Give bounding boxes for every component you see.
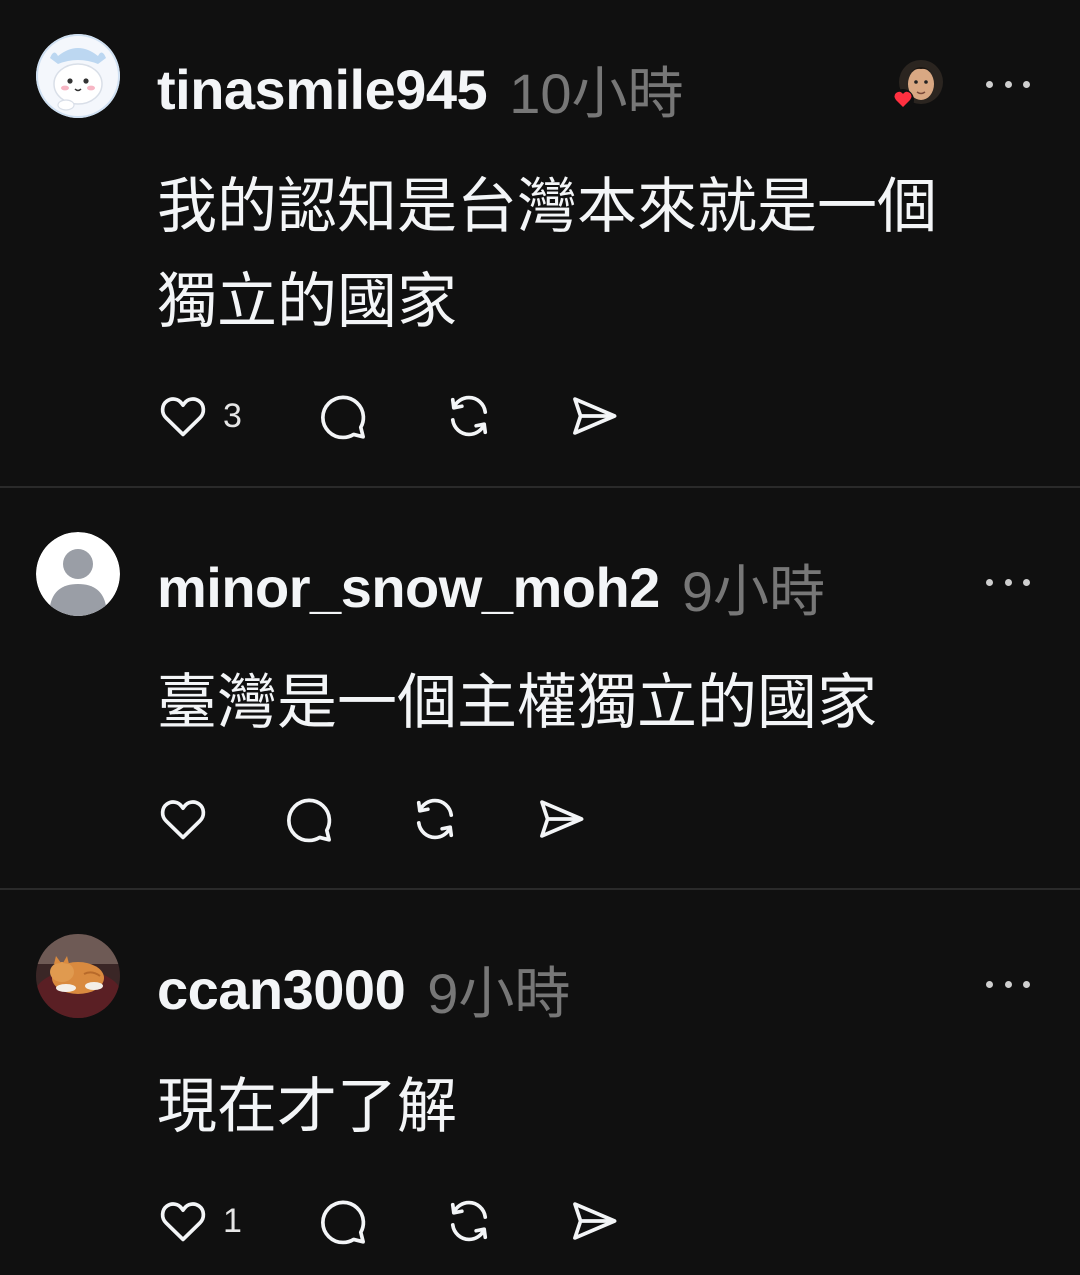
comment-header: tinasmile945 10小時	[157, 54, 684, 125]
reply-button[interactable]	[283, 793, 335, 845]
comment-1: tinasmile945 10小時 我的認知是台灣本來就是一個 獨立的國家 3	[0, 0, 1080, 487]
repost-button[interactable]	[443, 390, 495, 442]
liker-avatar-with-heart	[892, 60, 943, 111]
repost-icon	[416, 798, 454, 840]
paper-plane-icon	[573, 1202, 617, 1240]
more-dots-icon	[986, 578, 993, 586]
share-button[interactable]	[568, 390, 620, 442]
comment-header: minor_snow_moh2 9小時	[157, 552, 825, 623]
share-button[interactable]	[535, 793, 587, 845]
more-options-button[interactable]	[986, 974, 1030, 994]
heart-icon	[160, 800, 206, 840]
username[interactable]: ccan3000	[157, 957, 406, 1022]
comment-2: minor_snow_moh2 9小時 臺灣是一個主權獨立的國家	[0, 488, 1080, 888]
cartoon-character-avatar	[36, 34, 120, 118]
comment-text: 我的認知是台灣本來就是一個 獨立的國家	[157, 160, 1017, 350]
comment-text: 臺灣是一個主權獨立的國家	[157, 656, 1017, 751]
username[interactable]: tinasmile945	[157, 57, 488, 122]
comment-text-line: 獨立的國家	[157, 267, 457, 337]
username[interactable]: minor_snow_moh2	[157, 555, 660, 620]
share-button[interactable]	[568, 1195, 620, 1247]
avatar-tinasmile945[interactable]	[36, 34, 120, 118]
paper-plane-icon	[540, 800, 584, 838]
more-options-button[interactable]	[986, 74, 1030, 94]
more-dots-icon	[986, 980, 993, 988]
comment-text-line: 臺灣是一個主權獨立的國家	[157, 668, 877, 738]
speech-bubble-icon	[287, 798, 332, 843]
more-dots-icon	[986, 80, 993, 88]
repost-button[interactable]	[409, 793, 461, 845]
comment-3: ccan3000 9小時 現在才了解 1	[0, 890, 1080, 1275]
repost-icon	[450, 1200, 488, 1242]
comment-text-line: 我的認知是台灣本來就是一個	[157, 172, 937, 242]
comment-header: ccan3000 9小時	[157, 954, 570, 1025]
more-options-button[interactable]	[986, 572, 1030, 592]
comment-text-line: 現在才了解	[157, 1072, 457, 1142]
reply-button[interactable]	[317, 1195, 369, 1247]
like-count: 3	[223, 396, 242, 435]
default-person-avatar	[36, 532, 120, 616]
repost-button[interactable]	[443, 1195, 495, 1247]
heart-icon	[160, 397, 206, 437]
timestamp: 9小時	[681, 559, 825, 623]
author-liked-indicator	[892, 60, 943, 111]
heart-icon	[160, 1202, 206, 1242]
repost-icon	[450, 395, 488, 437]
cat-photo-avatar	[36, 934, 120, 1018]
like-button[interactable]: 1	[157, 1195, 242, 1247]
like-button[interactable]	[157, 793, 223, 845]
like-count: 1	[223, 1201, 242, 1240]
avatar-minor_snow_moh2[interactable]	[36, 532, 120, 616]
speech-bubble-icon	[321, 395, 366, 440]
speech-bubble-icon	[321, 1200, 366, 1245]
paper-plane-icon	[573, 397, 617, 435]
like-button[interactable]: 3	[157, 390, 242, 442]
timestamp: 9小時	[427, 961, 571, 1025]
avatar-ccan3000[interactable]	[36, 934, 120, 1018]
reply-button[interactable]	[317, 390, 369, 442]
timestamp: 10小時	[509, 61, 684, 125]
comment-text: 現在才了解	[157, 1060, 1017, 1155]
